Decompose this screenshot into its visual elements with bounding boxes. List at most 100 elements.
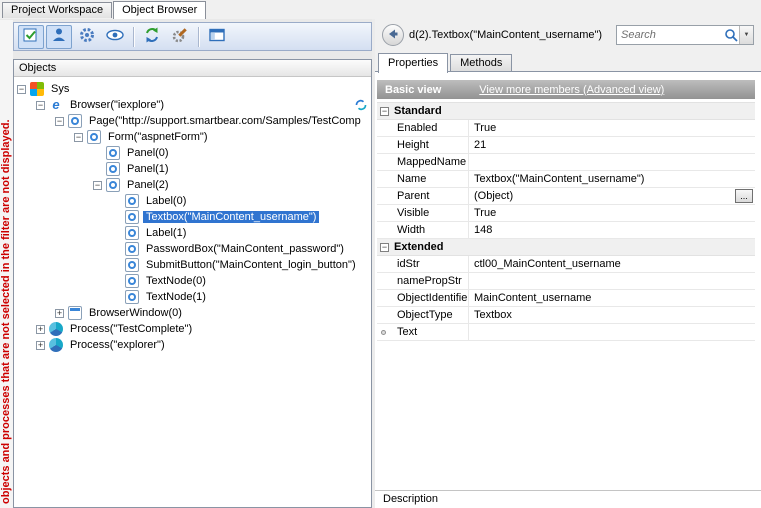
- tree-item-label[interactable]: Process("TestComplete"): [67, 323, 195, 335]
- tree-item-label[interactable]: Sys: [48, 83, 72, 95]
- tree-row[interactable]: + Process("TestComplete"): [14, 321, 371, 337]
- property-value[interactable]: 148: [469, 222, 755, 238]
- tree-item-label[interactable]: Label(0): [143, 195, 189, 207]
- property-section-row[interactable]: − Extended: [377, 239, 755, 256]
- property-value[interactable]: True: [469, 120, 755, 136]
- property-value[interactable]: (Object): [469, 188, 755, 204]
- property-row[interactable]: Visible True: [377, 205, 755, 222]
- customize-button[interactable]: [167, 25, 193, 49]
- tree-item-label[interactable]: Process("explorer"): [67, 339, 168, 351]
- property-value[interactable]: [469, 273, 755, 289]
- search-input[interactable]: [617, 27, 723, 43]
- tree-row[interactable]: − Page("http://support.smartbear.com/Sam…: [14, 113, 371, 129]
- tree-item-label[interactable]: PasswordBox("MainContent_password"): [143, 243, 347, 255]
- search-dropdown-button[interactable]: [739, 26, 753, 44]
- tree-expander[interactable]: −: [17, 85, 26, 94]
- property-row[interactable]: MappedName: [377, 154, 755, 171]
- toolbar-separator: [133, 27, 134, 47]
- section-collapse-icon[interactable]: −: [380, 243, 389, 252]
- tree-row[interactable]: PasswordBox("MainContent_password"): [14, 241, 371, 257]
- tree-item-label[interactable]: Panel(2): [124, 179, 172, 191]
- tree-row[interactable]: Textbox("MainContent_username"): [14, 209, 371, 225]
- property-value[interactable]: True: [469, 205, 755, 221]
- tree-expander[interactable]: −: [36, 101, 45, 110]
- tree-item-icon: [125, 194, 139, 208]
- tree-row[interactable]: − Browser("iexplore"): [14, 97, 371, 113]
- property-value[interactable]: 21: [469, 137, 755, 153]
- tree-item-label[interactable]: Label(1): [143, 227, 189, 239]
- tree-item-label[interactable]: TextNode(0): [143, 275, 209, 287]
- tree-expander[interactable]: −: [55, 117, 64, 126]
- property-row[interactable]: Text: [377, 324, 755, 341]
- tree-row[interactable]: TextNode(0): [14, 273, 371, 289]
- tree-item-label[interactable]: BrowserWindow(0): [86, 307, 185, 319]
- tree-item-icon: [125, 226, 139, 240]
- property-value[interactable]: [469, 154, 755, 170]
- property-value[interactable]: [469, 324, 755, 340]
- property-value[interactable]: Textbox: [469, 307, 755, 323]
- ellipsis-button[interactable]: ...: [735, 189, 753, 203]
- tab-project-workspace[interactable]: Project Workspace: [2, 2, 112, 18]
- property-value[interactable]: ctl00_MainContent_username: [469, 256, 755, 272]
- tree-expander[interactable]: +: [55, 309, 64, 318]
- tree-item-label[interactable]: Form("aspnetForm"): [105, 131, 211, 143]
- property-row[interactable]: ObjectType Textbox: [377, 307, 755, 324]
- tab-properties[interactable]: Properties: [378, 53, 448, 73]
- property-row[interactable]: Name Textbox("MainContent_username"): [377, 171, 755, 188]
- tree-item-icon: [49, 98, 63, 112]
- back-button[interactable]: [382, 24, 404, 46]
- tree-item-label[interactable]: TextNode(1): [143, 291, 209, 303]
- tree-item-label[interactable]: SubmitButton("MainContent_login_button"): [143, 259, 359, 271]
- tree-row[interactable]: Panel(0): [14, 145, 371, 161]
- tree-expander[interactable]: −: [93, 181, 102, 190]
- property-row[interactable]: Parent (Object) ...: [377, 188, 755, 205]
- property-row[interactable]: Height 21: [377, 137, 755, 154]
- advanced-view-link[interactable]: View more members (Advanced view): [479, 84, 664, 96]
- tree-row[interactable]: − Sys: [14, 81, 371, 97]
- tree-expander[interactable]: +: [36, 341, 45, 350]
- tree-item-icon: [68, 306, 82, 320]
- tree-item-icon: [125, 210, 139, 224]
- property-name: Visible: [377, 205, 469, 221]
- property-row[interactable]: Enabled True: [377, 120, 755, 137]
- tree-item-label[interactable]: Browser("iexplore"): [67, 99, 167, 111]
- tab-methods[interactable]: Methods: [450, 54, 512, 71]
- property-section-row[interactable]: − Standard: [377, 103, 755, 120]
- tree-row[interactable]: Panel(1): [14, 161, 371, 177]
- objects-panel: Objects − Sys − Browser("iexplore") − Pa…: [13, 59, 372, 508]
- select-objects-button[interactable]: [18, 25, 44, 49]
- property-value[interactable]: Textbox("MainContent_username"): [469, 171, 755, 187]
- tree-row[interactable]: + BrowserWindow(0): [14, 305, 371, 321]
- tree-item-label[interactable]: Panel(0): [124, 147, 172, 159]
- show-objects-button[interactable]: [102, 25, 128, 49]
- refresh-button[interactable]: [139, 25, 165, 49]
- tree-item-label[interactable]: Panel(1): [124, 163, 172, 175]
- tree-row[interactable]: SubmitButton("MainContent_login_button"): [14, 257, 371, 273]
- tab-object-browser[interactable]: Object Browser: [113, 1, 206, 19]
- tree-item-label[interactable]: Page("http://support.smartbear.com/Sampl…: [86, 115, 364, 127]
- tree-row[interactable]: Label(1): [14, 225, 371, 241]
- tree-expander[interactable]: −: [74, 133, 83, 142]
- highlight-object-button[interactable]: [46, 25, 72, 49]
- tree-row[interactable]: − Form("aspnetForm"): [14, 129, 371, 145]
- tree-item-icon: [30, 82, 44, 96]
- object-path: d(2).Textbox("MainContent_username"): [409, 29, 616, 41]
- filter-settings-button[interactable]: [74, 25, 100, 49]
- property-row[interactable]: namePropStr: [377, 273, 755, 290]
- tree-row[interactable]: Label(0): [14, 193, 371, 209]
- tree-row[interactable]: + Process("explorer"): [14, 337, 371, 353]
- property-row[interactable]: Width 148: [377, 222, 755, 239]
- tree-expander[interactable]: +: [36, 325, 45, 334]
- tree-item-label[interactable]: Textbox("MainContent_username"): [143, 211, 319, 223]
- panel-icon: [208, 26, 226, 47]
- property-row[interactable]: ObjectIdentifier MainContent_username: [377, 290, 755, 307]
- tree-item-icon: [125, 290, 139, 304]
- show-panel-button[interactable]: [204, 25, 230, 49]
- property-name: Height: [377, 137, 469, 153]
- tree-row[interactable]: − Panel(2): [14, 177, 371, 193]
- tree-row[interactable]: TextNode(1): [14, 289, 371, 305]
- property-value[interactable]: MainContent_username: [469, 290, 755, 306]
- object-tree[interactable]: − Sys − Browser("iexplore") − Page("http…: [14, 78, 371, 507]
- property-row[interactable]: idStr ctl00_MainContent_username: [377, 256, 755, 273]
- section-collapse-icon[interactable]: −: [380, 107, 389, 116]
